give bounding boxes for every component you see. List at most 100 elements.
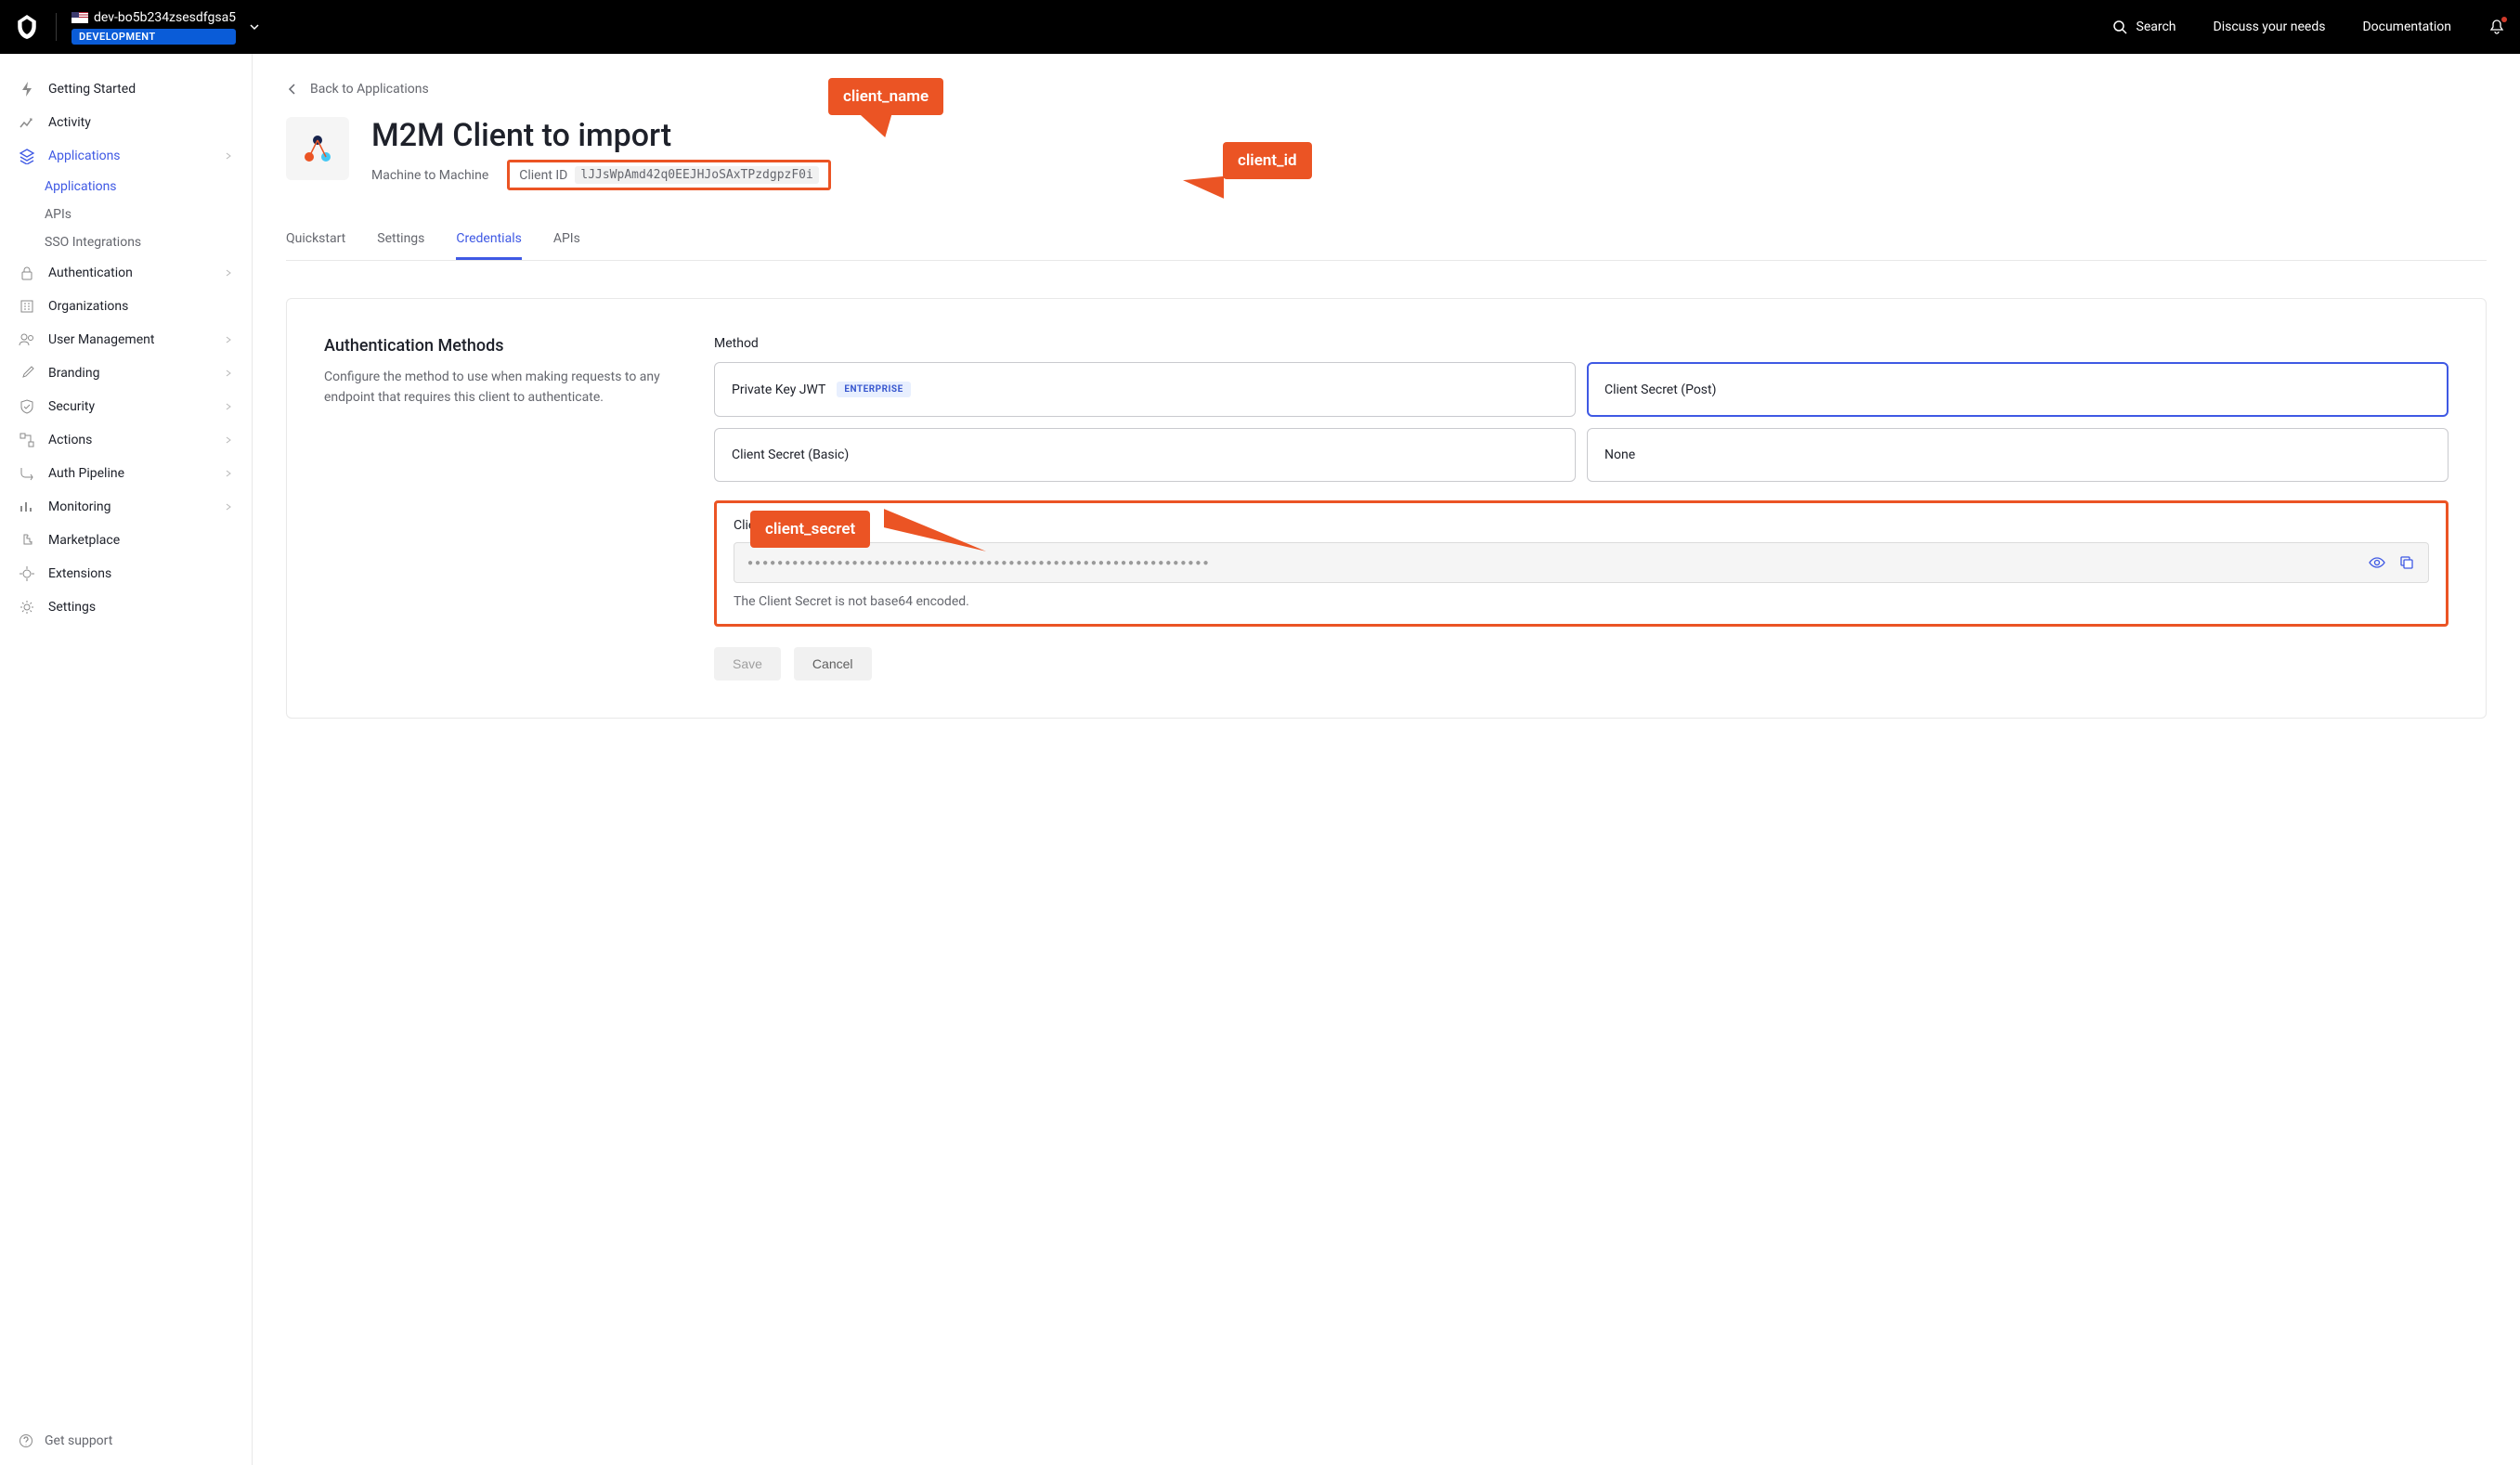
tabs: Quickstart Settings Credentials APIs [286, 220, 2487, 261]
sidebar-item-extensions[interactable]: Extensions [0, 557, 252, 590]
arrow-left-icon [286, 83, 299, 96]
tab-apis[interactable]: APIs [553, 220, 580, 260]
client-id-value[interactable]: lJJsWpAmd42q0EEJHJoSAxTPzdgpzF0i [575, 166, 818, 184]
sidebar-item-authentication[interactable]: Authentication [0, 256, 252, 290]
sidebar-item-label: Actions [48, 433, 92, 447]
brush-icon [19, 365, 35, 382]
panel-title: Authentication Methods [324, 336, 677, 356]
method-private-key-jwt[interactable]: Private Key JWT ENTERPRISE [714, 362, 1576, 417]
copy-icon[interactable] [2398, 554, 2415, 571]
app-icon [286, 117, 349, 180]
reveal-icon[interactable] [2369, 554, 2385, 571]
chevron-down-icon [249, 21, 260, 32]
sidebar-item-security[interactable]: Security [0, 390, 252, 423]
bolt-icon [19, 81, 35, 97]
method-label: Private Key JWT [732, 382, 825, 397]
shield-icon [19, 398, 35, 415]
tenant-switcher[interactable]: dev-bo5b234zsesdfgsa5 DEVELOPMENT [71, 10, 260, 45]
us-flag-icon [71, 12, 88, 23]
sidebar-item-label: Getting Started [48, 82, 136, 97]
back-to-applications[interactable]: Back to Applications [286, 82, 429, 97]
callout-client-secret: client_secret [750, 511, 870, 548]
chevron-right-icon [224, 502, 233, 512]
sidebar-item-actions[interactable]: Actions [0, 423, 252, 457]
sidebar-item-label: Activity [48, 115, 91, 130]
notification-dot [2501, 17, 2507, 22]
sidebar-item-label: Auth Pipeline [48, 466, 124, 481]
client-secret-label: Client Secret [734, 518, 2429, 533]
sidebar-item-settings[interactable]: Settings [0, 590, 252, 624]
method-client-secret-post-[interactable]: Client Secret (Post) [1587, 362, 2449, 417]
callout-client-id: client_id [1223, 142, 1312, 179]
auth0-logo[interactable] [15, 15, 39, 39]
sidebar-item-marketplace[interactable]: Marketplace [0, 524, 252, 557]
client-secret-masked: ●●●●●●●●●●●●●●●●●●●●●●●●●●●●●●●●●●●●●●●●… [747, 558, 2358, 568]
app-title: M2M Client to import [371, 117, 831, 154]
chevron-right-icon [224, 151, 233, 161]
client-secret-hint: The Client Secret is not base64 encoded. [734, 594, 2429, 609]
help-icon [19, 1433, 33, 1448]
sidebar-item-label: Monitoring [48, 499, 111, 514]
sidebar-item-monitoring[interactable]: Monitoring [0, 490, 252, 524]
tenant-name: dev-bo5b234zsesdfgsa5 [94, 10, 236, 25]
sidebar-item-applications[interactable]: Applications [0, 139, 252, 173]
flow-icon [19, 432, 35, 448]
save-button[interactable]: Save [714, 647, 781, 681]
search-icon [2112, 19, 2127, 34]
chevron-right-icon [224, 469, 233, 478]
method-label: None [1604, 447, 1635, 462]
sidebar-sub-applications[interactable]: Applications [0, 173, 252, 201]
sidebar-item-label: Branding [48, 366, 99, 381]
layers-icon [19, 148, 35, 164]
sidebar-item-activity[interactable]: Activity [0, 106, 252, 139]
sidebar-item-label: Extensions [48, 566, 111, 581]
method-none[interactable]: None [1587, 428, 2449, 482]
tab-credentials[interactable]: Credentials [456, 220, 521, 260]
sidebar-item-user-management[interactable]: User Management [0, 323, 252, 357]
client-secret-field: ●●●●●●●●●●●●●●●●●●●●●●●●●●●●●●●●●●●●●●●●… [734, 542, 2429, 583]
method-label: Client Secret (Post) [1604, 382, 1716, 397]
method-label: Method [714, 336, 2449, 351]
sidebar-item-auth-pipeline[interactable]: Auth Pipeline [0, 457, 252, 490]
sidebar-item-getting-started[interactable]: Getting Started [0, 72, 252, 106]
get-support-link[interactable]: Get support [0, 1424, 252, 1458]
app-type: Machine to Machine [371, 168, 488, 183]
top-nav: Search Discuss your needs Documentation [2112, 19, 2506, 35]
search-button[interactable]: Search [2112, 19, 2176, 34]
gear-icon [19, 599, 35, 616]
sidebar-item-branding[interactable]: Branding [0, 357, 252, 390]
method-client-secret-basic-[interactable]: Client Secret (Basic) [714, 428, 1576, 482]
chevron-right-icon [224, 268, 233, 278]
sidebar-item-label: User Management [48, 332, 154, 347]
panel-desc: Configure the method to use when making … [324, 367, 677, 408]
m2m-icon [300, 131, 335, 166]
sidebar-sub-apis[interactable]: APIs [0, 201, 252, 228]
search-label: Search [2137, 19, 2176, 34]
chevron-right-icon [224, 435, 233, 445]
credentials-panel: Authentication Methods Configure the met… [286, 298, 2487, 719]
chevron-right-icon [224, 369, 233, 378]
plug-icon [19, 565, 35, 582]
chevron-right-icon [224, 402, 233, 411]
discuss-link[interactable]: Discuss your needs [2214, 19, 2326, 34]
client-id-box: Client ID lJJsWpAmd42q0EEJHJoSAxTPzdgpzF… [507, 160, 831, 190]
sidebar-item-label: Authentication [48, 266, 133, 280]
tab-quickstart[interactable]: Quickstart [286, 220, 345, 260]
chart-icon [19, 114, 35, 131]
enterprise-badge: ENTERPRISE [837, 382, 910, 397]
docs-link[interactable]: Documentation [2362, 19, 2451, 34]
sidebar-sub-sso-integrations[interactable]: SSO Integrations [0, 228, 252, 256]
method-label: Client Secret (Basic) [732, 447, 849, 462]
client-id-label: Client ID [519, 168, 567, 183]
tab-settings[interactable]: Settings [377, 220, 424, 260]
divider [56, 13, 57, 41]
env-badge: DEVELOPMENT [71, 29, 236, 45]
sidebar-item-label: Marketplace [48, 533, 120, 548]
sidebar-item-organizations[interactable]: Organizations [0, 290, 252, 323]
notifications-button[interactable] [2488, 19, 2505, 35]
topbar: dev-bo5b234zsesdfgsa5 DEVELOPMENT Search… [0, 0, 2520, 54]
client-secret-section: Client Secret ●●●●●●●●●●●●●●●●●●●●●●●●●●… [714, 500, 2449, 627]
support-label: Get support [45, 1433, 112, 1448]
sidebar-item-label: Applications [48, 149, 121, 163]
cancel-button[interactable]: Cancel [794, 647, 872, 681]
